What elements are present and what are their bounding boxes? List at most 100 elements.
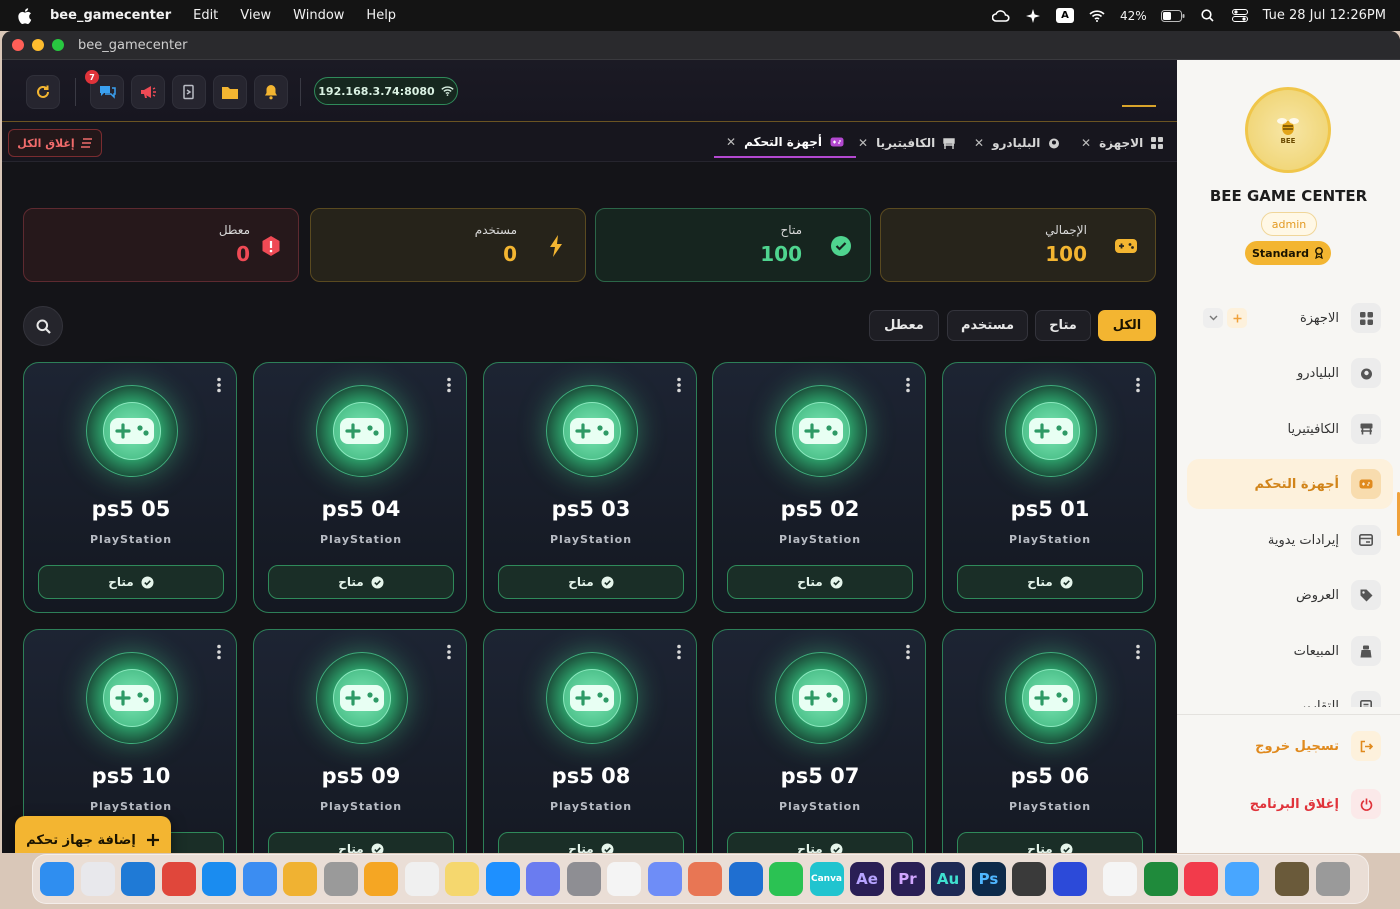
notes-button[interactable] — [213, 75, 247, 109]
device-card[interactable]: ps5 01 PlayStation متاح — [942, 362, 1156, 613]
sidebar-item-cafeteria[interactable]: الكافيتيريا — [1187, 404, 1393, 454]
dock-preview-icon[interactable] — [1103, 862, 1137, 896]
sidebar-item-offers[interactable]: العروض — [1187, 570, 1393, 620]
dock-flutter-icon[interactable] — [1224, 862, 1259, 896]
tab-cafeteria[interactable]: ✕ الكافيتيريا — [858, 128, 955, 158]
dock-music-icon[interactable] — [1184, 862, 1218, 896]
dock-finder-icon[interactable] — [40, 862, 74, 896]
menubar-clock[interactable]: Tue 28 Jul 12:26PM — [1263, 8, 1386, 23]
announcements-button[interactable] — [131, 75, 165, 109]
close-all-tabs-button[interactable]: إغلاق الكل — [8, 129, 102, 157]
more-options-icon[interactable] — [903, 377, 913, 393]
filter-all-button[interactable]: الكل — [1098, 310, 1156, 341]
more-options-icon[interactable] — [444, 377, 454, 393]
device-card[interactable]: ps5 09 PlayStation متاح — [253, 629, 467, 853]
dock-safari-icon[interactable] — [202, 862, 236, 896]
device-status-button[interactable]: متاح — [268, 565, 454, 599]
more-options-icon[interactable] — [444, 644, 454, 660]
filter-broken-button[interactable]: معطل — [869, 310, 939, 341]
dock-whatsapp-icon[interactable] — [769, 862, 803, 896]
close-tab-icon[interactable]: ✕ — [974, 136, 984, 150]
dock-numbers-icon[interactable] — [1143, 862, 1178, 896]
device-card[interactable]: ps5 04 PlayStation متاح — [253, 362, 467, 613]
dock-chrome-icon[interactable] — [161, 862, 196, 896]
device-status-button[interactable]: متاح — [498, 832, 684, 853]
sidebar-item-controllers[interactable]: أجهزة التحكم — [1187, 459, 1393, 509]
search-button[interactable] — [23, 306, 63, 346]
minimize-window-button[interactable] — [32, 39, 44, 51]
sidebar-item-devices[interactable]: الاجهزة — [1187, 293, 1393, 343]
dock-photos-icon[interactable] — [283, 862, 317, 896]
dock-launchpad-icon[interactable] — [80, 862, 115, 896]
alerts-button[interactable] — [254, 75, 288, 109]
sidebar-item-manual-revenue[interactable]: إيرادات يدوية — [1187, 515, 1393, 565]
more-options-icon[interactable] — [214, 377, 224, 393]
device-status-button[interactable]: متاح — [498, 565, 684, 599]
more-options-icon[interactable] — [674, 644, 684, 660]
more-options-icon[interactable] — [903, 644, 913, 660]
dock-chatgpt-icon[interactable] — [607, 862, 641, 896]
sidebar-item-sales[interactable]: المبيعات — [1187, 626, 1393, 676]
dock-system-settings-icon[interactable] — [566, 862, 601, 896]
menu-window[interactable]: Window — [293, 8, 344, 23]
tab-devices[interactable]: ✕ الاجهزة — [1081, 128, 1164, 158]
sparkle-icon[interactable] — [1024, 8, 1042, 23]
device-card[interactable]: ps5 08 PlayStation متاح — [483, 629, 697, 853]
close-tab-icon[interactable]: ✕ — [726, 135, 736, 149]
tab-controllers[interactable]: ✕ أجهزة التحكم — [714, 128, 857, 158]
menu-app-name[interactable]: bee_gamecenter — [50, 8, 171, 23]
quit-app-button[interactable]: إغلاق البرنامج — [1187, 782, 1393, 826]
server-address-pill[interactable]: 192.168.3.74:8080 — [314, 77, 458, 105]
dock-trash-icon[interactable] — [1315, 862, 1350, 896]
device-card[interactable]: ps5 07 PlayStation متاح — [712, 629, 926, 853]
sidebar-item-reports[interactable]: التقارير — [1187, 681, 1393, 707]
dock-au-icon[interactable]: Au — [931, 862, 965, 896]
device-card[interactable]: ps5 03 PlayStation متاح — [483, 362, 697, 613]
dock-app-store-icon[interactable] — [485, 862, 520, 896]
spotlight-search-icon[interactable] — [1199, 9, 1217, 23]
device-status-button[interactable]: متاح — [957, 565, 1143, 599]
logout-button[interactable]: تسجيل خروج — [1187, 724, 1393, 768]
device-card[interactable]: ps5 06 PlayStation متاح — [942, 629, 1156, 853]
wifi-icon[interactable] — [1088, 9, 1106, 23]
exit-door-button[interactable] — [172, 75, 206, 109]
dock-claude-icon[interactable] — [688, 862, 722, 896]
filter-used-button[interactable]: مستخدم — [947, 310, 1028, 341]
dock-canva-icon[interactable]: Canva — [809, 862, 844, 896]
more-options-icon[interactable] — [674, 377, 684, 393]
dock-ps-icon[interactable]: Ps — [971, 862, 1006, 896]
close-tab-icon[interactable]: ✕ — [858, 136, 868, 150]
filter-available-button[interactable]: متاح — [1035, 310, 1091, 341]
more-options-icon[interactable] — [214, 644, 224, 660]
more-options-icon[interactable] — [1133, 644, 1143, 660]
battery-icon[interactable] — [1160, 9, 1185, 23]
dock-notes-icon[interactable] — [445, 862, 479, 896]
device-status-button[interactable]: متاح — [727, 565, 913, 599]
dock-pages-icon[interactable] — [364, 862, 398, 896]
device-card[interactable]: ps5 02 PlayStation متاح — [712, 362, 926, 613]
dock-vs-code-icon[interactable] — [728, 862, 763, 896]
dock-davinci-icon[interactable] — [1012, 862, 1046, 896]
messages-button[interactable]: 7 — [85, 70, 124, 109]
dock-pr-icon[interactable]: Pr — [890, 862, 925, 896]
refresh-button[interactable] — [26, 75, 60, 109]
dock-mail-icon[interactable] — [242, 862, 277, 896]
close-tab-icon[interactable]: ✕ — [1081, 136, 1091, 150]
apple-icon[interactable] — [18, 7, 32, 24]
menu-edit[interactable]: Edit — [193, 8, 218, 23]
device-status-button[interactable]: متاح — [727, 832, 913, 853]
more-options-icon[interactable] — [1133, 377, 1143, 393]
sidebar-item-billiards[interactable]: البليادرو — [1187, 348, 1393, 398]
dock-reminders-icon[interactable] — [404, 862, 439, 896]
dock-ae-icon[interactable]: Ae — [850, 862, 884, 896]
device-card[interactable]: ps5 05 PlayStation متاح — [23, 362, 237, 613]
dock-archive-icon[interactable] — [1275, 862, 1309, 896]
add-controller-button[interactable]: إضافة جهاز تحكم — [15, 816, 171, 853]
dock-contacts-icon[interactable] — [323, 862, 358, 896]
menu-view[interactable]: View — [240, 8, 271, 23]
dock-edge-icon[interactable] — [121, 862, 155, 896]
dock-simulator-icon[interactable] — [526, 862, 560, 896]
zoom-window-button[interactable] — [52, 39, 64, 51]
menu-help[interactable]: Help — [366, 8, 396, 23]
device-status-button[interactable]: متاح — [268, 832, 454, 853]
